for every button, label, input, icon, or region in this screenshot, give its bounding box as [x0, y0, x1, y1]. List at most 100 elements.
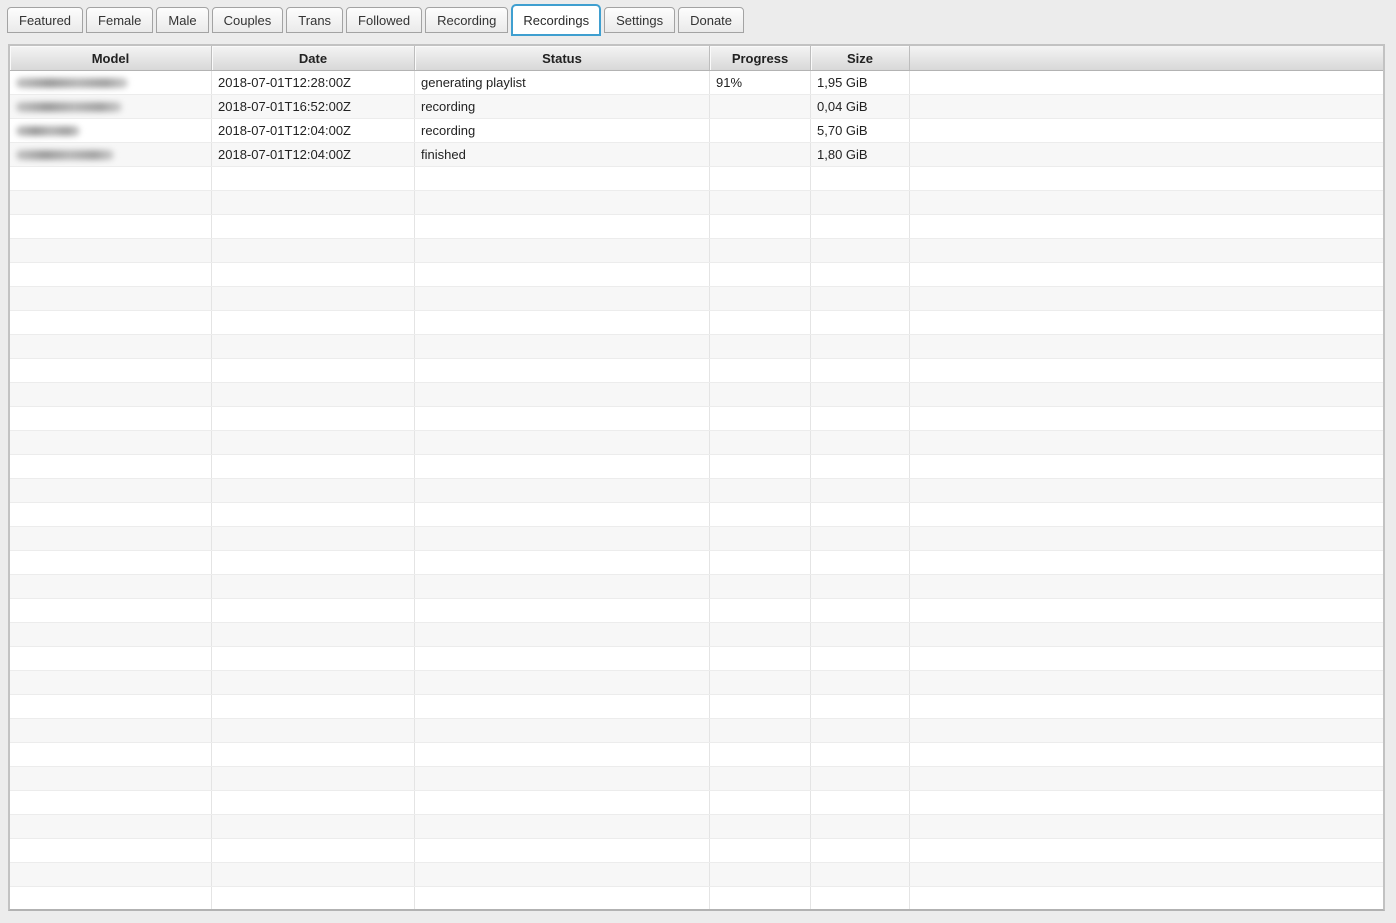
cell-empty — [811, 575, 910, 598]
tab-couples[interactable]: Couples — [212, 7, 284, 33]
table-row-empty — [10, 815, 1383, 839]
cell-empty — [212, 191, 415, 214]
tab-trans[interactable]: Trans — [286, 7, 343, 33]
table-row-empty — [10, 599, 1383, 623]
cell-empty — [10, 311, 212, 334]
tab-donate[interactable]: Donate — [678, 7, 744, 33]
cell-date: 2018-07-01T16:52:00Z — [212, 95, 415, 118]
table-row-empty — [10, 431, 1383, 455]
table-row[interactable]: 2018-07-01T12:04:00Zrecording5,70 GiB — [10, 119, 1383, 143]
cell-empty — [811, 887, 910, 910]
cell-empty — [710, 839, 811, 862]
cell-empty — [212, 311, 415, 334]
cell-empty — [710, 335, 811, 358]
table-row[interactable]: 2018-07-01T12:04:00Zfinished1,80 GiB — [10, 143, 1383, 167]
cell-empty — [415, 671, 710, 694]
cell-filler — [910, 647, 1383, 670]
cell-filler — [910, 455, 1383, 478]
cell-empty — [415, 623, 710, 646]
cell-empty — [10, 239, 212, 262]
cell-filler — [910, 167, 1383, 190]
cell-filler — [910, 191, 1383, 214]
cell-empty — [710, 647, 811, 670]
cell-empty — [212, 431, 415, 454]
column-header-date[interactable]: Date — [212, 46, 415, 70]
cell-model — [10, 71, 212, 94]
cell-empty — [415, 647, 710, 670]
cell-empty — [710, 431, 811, 454]
cell-empty — [10, 287, 212, 310]
cell-empty — [710, 695, 811, 718]
cell-empty — [212, 215, 415, 238]
table-row-empty — [10, 743, 1383, 767]
cell-filler — [910, 335, 1383, 358]
tab-featured[interactable]: Featured — [7, 7, 83, 33]
cell-empty — [811, 239, 910, 262]
cell-empty — [415, 599, 710, 622]
cell-filler — [910, 503, 1383, 526]
cell-empty — [710, 287, 811, 310]
table-row-empty — [10, 167, 1383, 191]
censored-model-name — [16, 150, 114, 160]
table-row-empty — [10, 239, 1383, 263]
column-header-progress[interactable]: Progress — [710, 46, 811, 70]
cell-empty — [10, 527, 212, 550]
table-row-empty — [10, 719, 1383, 743]
tab-female[interactable]: Female — [86, 7, 153, 33]
cell-empty — [10, 407, 212, 430]
cell-empty — [710, 359, 811, 382]
cell-filler — [910, 311, 1383, 334]
cell-empty — [811, 767, 910, 790]
cell-empty — [811, 479, 910, 502]
table-header-row: ModelDateStatusProgressSize — [10, 46, 1383, 71]
cell-empty — [10, 191, 212, 214]
cell-empty — [415, 863, 710, 886]
table-row[interactable]: 2018-07-01T12:28:00Zgenerating playlist9… — [10, 71, 1383, 95]
cell-empty — [212, 599, 415, 622]
cell-empty — [212, 287, 415, 310]
cell-empty — [415, 335, 710, 358]
tab-bar: FeaturedFemaleMaleCouplesTransFollowedRe… — [0, 0, 1396, 40]
table-row[interactable]: 2018-07-01T16:52:00Zrecording0,04 GiB — [10, 95, 1383, 119]
cell-empty — [811, 287, 910, 310]
cell-model — [10, 119, 212, 142]
cell-empty — [212, 887, 415, 910]
cell-empty — [415, 455, 710, 478]
cell-filler — [910, 407, 1383, 430]
tab-settings[interactable]: Settings — [604, 7, 675, 33]
cell-filler — [910, 71, 1383, 94]
censored-model-name — [16, 126, 80, 136]
cell-empty — [710, 239, 811, 262]
cell-empty — [811, 503, 910, 526]
cell-filler — [910, 119, 1383, 142]
column-header-size[interactable]: Size — [811, 46, 910, 70]
tab-male[interactable]: Male — [156, 7, 208, 33]
cell-date: 2018-07-01T12:28:00Z — [212, 71, 415, 94]
cell-filler — [910, 887, 1383, 910]
table-row-empty — [10, 455, 1383, 479]
cell-empty — [212, 167, 415, 190]
cell-empty — [811, 527, 910, 550]
tab-recordings[interactable]: Recordings — [511, 4, 601, 36]
cell-empty — [212, 743, 415, 766]
cell-progress: 91% — [710, 71, 811, 94]
cell-empty — [811, 671, 910, 694]
column-header-status[interactable]: Status — [415, 46, 710, 70]
cell-status: recording — [415, 95, 710, 118]
tab-recording[interactable]: Recording — [425, 7, 508, 33]
cell-empty — [811, 431, 910, 454]
cell-empty — [10, 263, 212, 286]
cell-filler — [910, 743, 1383, 766]
cell-empty — [212, 335, 415, 358]
cell-model — [10, 143, 212, 166]
table-row-empty — [10, 335, 1383, 359]
column-header-model[interactable]: Model — [10, 46, 212, 70]
cell-date: 2018-07-01T12:04:00Z — [212, 143, 415, 166]
table-row-empty — [10, 839, 1383, 863]
cell-filler — [910, 695, 1383, 718]
cell-empty — [710, 311, 811, 334]
cell-empty — [10, 335, 212, 358]
tab-followed[interactable]: Followed — [346, 7, 422, 33]
table-row-empty — [10, 407, 1383, 431]
cell-empty — [212, 551, 415, 574]
